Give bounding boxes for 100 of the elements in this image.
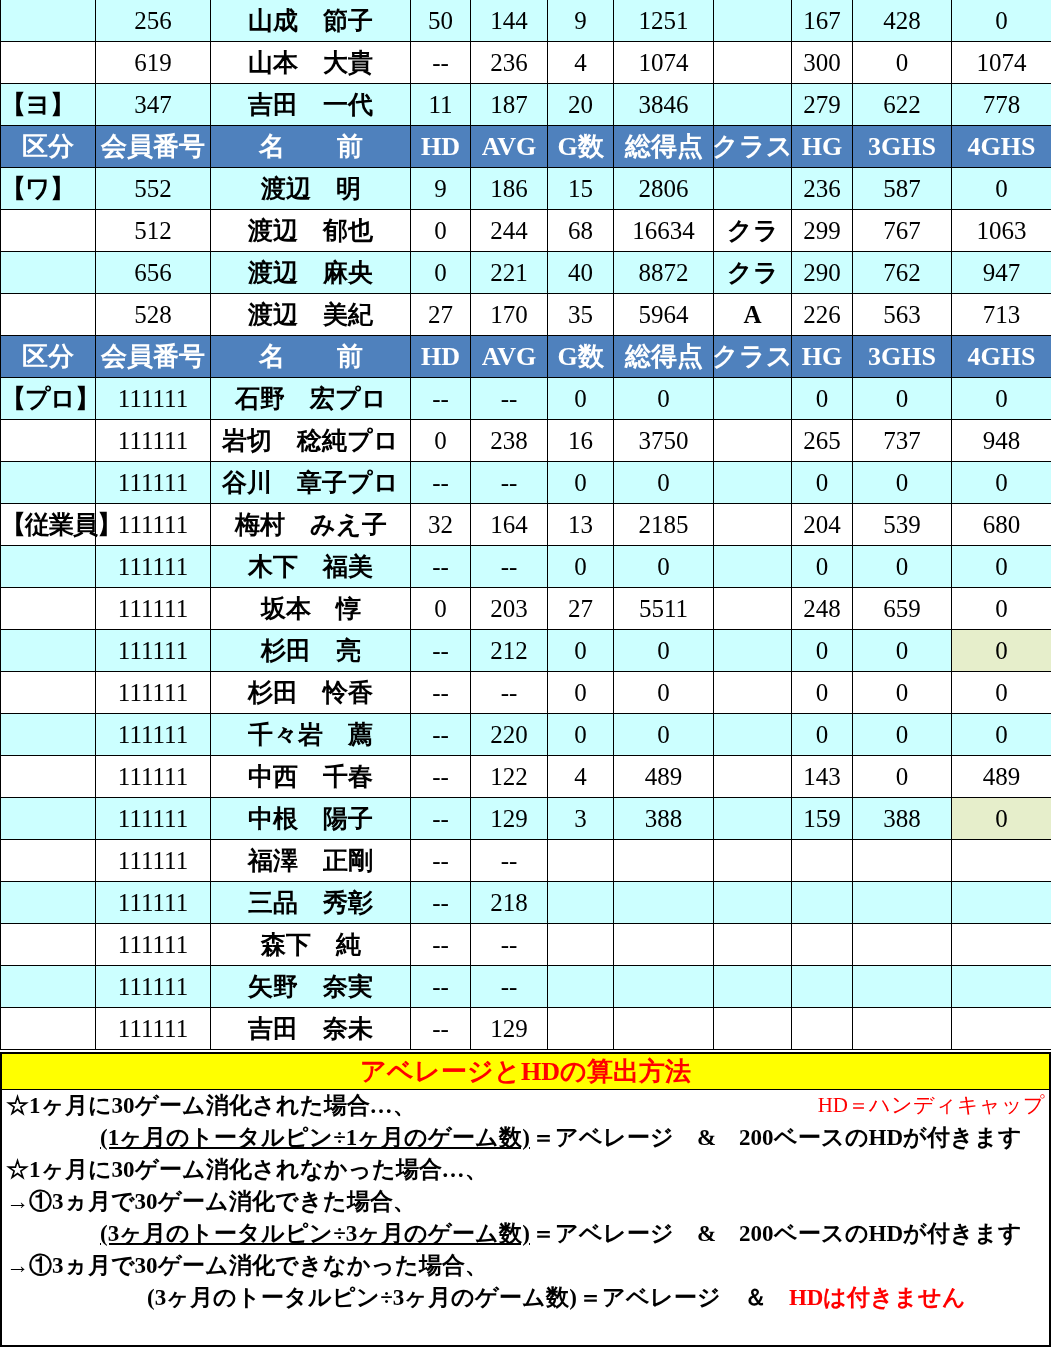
table-cell-text: -- [432,761,449,792]
table-cell-text: 279 [803,89,841,120]
table-cell-text: -- [500,383,518,414]
table-cell-text: 0 [657,677,670,708]
table-cell-text: 0 [995,803,1008,834]
table-cell-text: 186 [490,173,528,204]
table-cell-text: クラ [726,215,779,246]
table-cell-text: 0 [574,677,587,708]
table-cell-text: 659 [883,593,921,624]
table-cell-text: 111111 [117,1013,189,1044]
table-cell-text: 256 [134,5,172,36]
warning-text: HDは付きません [788,1283,967,1312]
table-cell-text: 1074 [638,47,689,78]
table-cell-text: 212 [490,635,528,666]
table-cell-text: 0 [815,719,829,750]
table-cell-text: 5511 [638,593,689,624]
table-cell-text: 4 [574,761,587,792]
table-cell-text: 129 [490,803,528,834]
member-name: 中根 陽子 [248,803,373,834]
table-cell-text: 0 [895,677,909,708]
table-cell-text: 0 [995,383,1008,414]
result-text: ＝アベレージ & 200ベースのHDが付きます [531,1123,1023,1152]
table-cell-text: 170 [490,299,528,330]
table-cell-text: 220 [490,719,528,750]
table-cell-text: 539 [883,509,921,540]
table-cell-text: 143 [803,761,841,792]
table-cell-text: 587 [883,173,921,204]
table-cell-text: -- [432,803,449,834]
table-cell-text: 0 [995,719,1008,750]
table-cell-text: 0 [657,635,670,666]
table-cell-text: 111111 [117,593,189,624]
table-cell-text: 3846 [638,89,689,120]
table-cell-text: 204 [803,509,841,540]
table-cell-text: 248 [803,593,841,624]
table-cell-text: 68 [568,215,593,246]
table-cell-text: 0 [815,383,829,414]
table-cell-text: 5964 [638,299,689,330]
table-cell-text: 0 [434,425,447,456]
table-cell-text: 27 [428,299,453,330]
table-cell-text: -- [432,929,449,960]
table-cell-text: 0 [995,677,1008,708]
table-cell-text: 35 [568,299,593,330]
table-cell-text: 0 [895,47,909,78]
member-name: 石野 宏プロ [234,383,387,414]
table-cell-text: 13 [568,509,593,540]
table-cell-text: 0 [815,635,829,666]
table-cell-text: -- [432,971,449,1002]
note-line: ☆1ヶ月に30ゲーム消化された場合…、 [6,1091,416,1120]
table-cell-text: 0 [657,551,670,582]
table-cell-text: 0 [895,635,909,666]
table-cell-text: 4 [574,47,587,78]
table-cell-text: 0 [995,5,1008,36]
member-name: 木下 福美 [248,551,373,582]
table-cell-text: -- [432,635,449,666]
table-cell-text: 226 [803,299,841,330]
member-name: 三品 秀彰 [248,887,373,918]
member-name: 渡辺 郁也 [248,215,373,246]
member-name: 岩切 稔純プロ [222,425,399,456]
table-cell-text: 16634 [632,215,695,246]
table-cell-text: 713 [982,299,1021,330]
definition-text: HD＝ハンディキャップ [817,1092,1045,1120]
table-cell-text: 388 [644,803,683,834]
table-cell-text: 1063 [976,215,1027,246]
table-cell-text: 111111 [117,677,189,708]
table-cell-text: 8872 [638,257,689,288]
table-cell-text: 144 [490,5,528,36]
table-cell-text: -- [432,845,449,876]
table-cell-text: 1251 [638,5,689,36]
table-cell-text: 16 [568,425,593,456]
table-cell-text: 0 [895,551,909,582]
table-cell-text: 299 [803,215,841,246]
note-line: →①3ヵ月で30ゲーム消化できなかった場合、 [6,1251,488,1280]
table-cell-text: 300 [803,47,841,78]
table-cell-text: -- [500,551,518,582]
table-cell-text: -- [432,1013,449,1044]
member-name: 矢野 奈実 [248,971,373,1002]
group-label: 【ワ】 [1,173,74,204]
table-cell-text: 221 [490,257,528,288]
table-cell-text: 489 [982,761,1021,792]
table-cell-text: 111111 [117,467,189,498]
table-cell-text: 767 [883,215,921,246]
table-cell-text: 236 [490,47,528,78]
table-cell-text: 27 [568,593,593,624]
table-cell-text: 347 [134,89,172,120]
member-name: 杉田 怜香 [248,677,373,708]
table-cell-text: -- [432,47,449,78]
table-cell-text: A [743,299,762,330]
result-text: ＝アベレージ & 200ベースのHDが付きます [531,1219,1023,1248]
table-cell-text: 203 [490,593,528,624]
table-cell-text: 238 [490,425,528,456]
table-cell-text: 236 [803,173,841,204]
table-cell-text: -- [500,971,518,1002]
table-cell-text: 0 [434,257,447,288]
table-cell-text: 0 [815,677,829,708]
table-cell-text: 15 [568,173,593,204]
table-cell-text: 0 [657,383,670,414]
table-cell-text: 762 [883,257,921,288]
table-cell-text: -- [500,845,518,876]
formula-text: (3ヶ月のトータルピン÷3ヶ月のゲーム数) [147,1283,577,1312]
table-cell-text: 0 [895,467,909,498]
